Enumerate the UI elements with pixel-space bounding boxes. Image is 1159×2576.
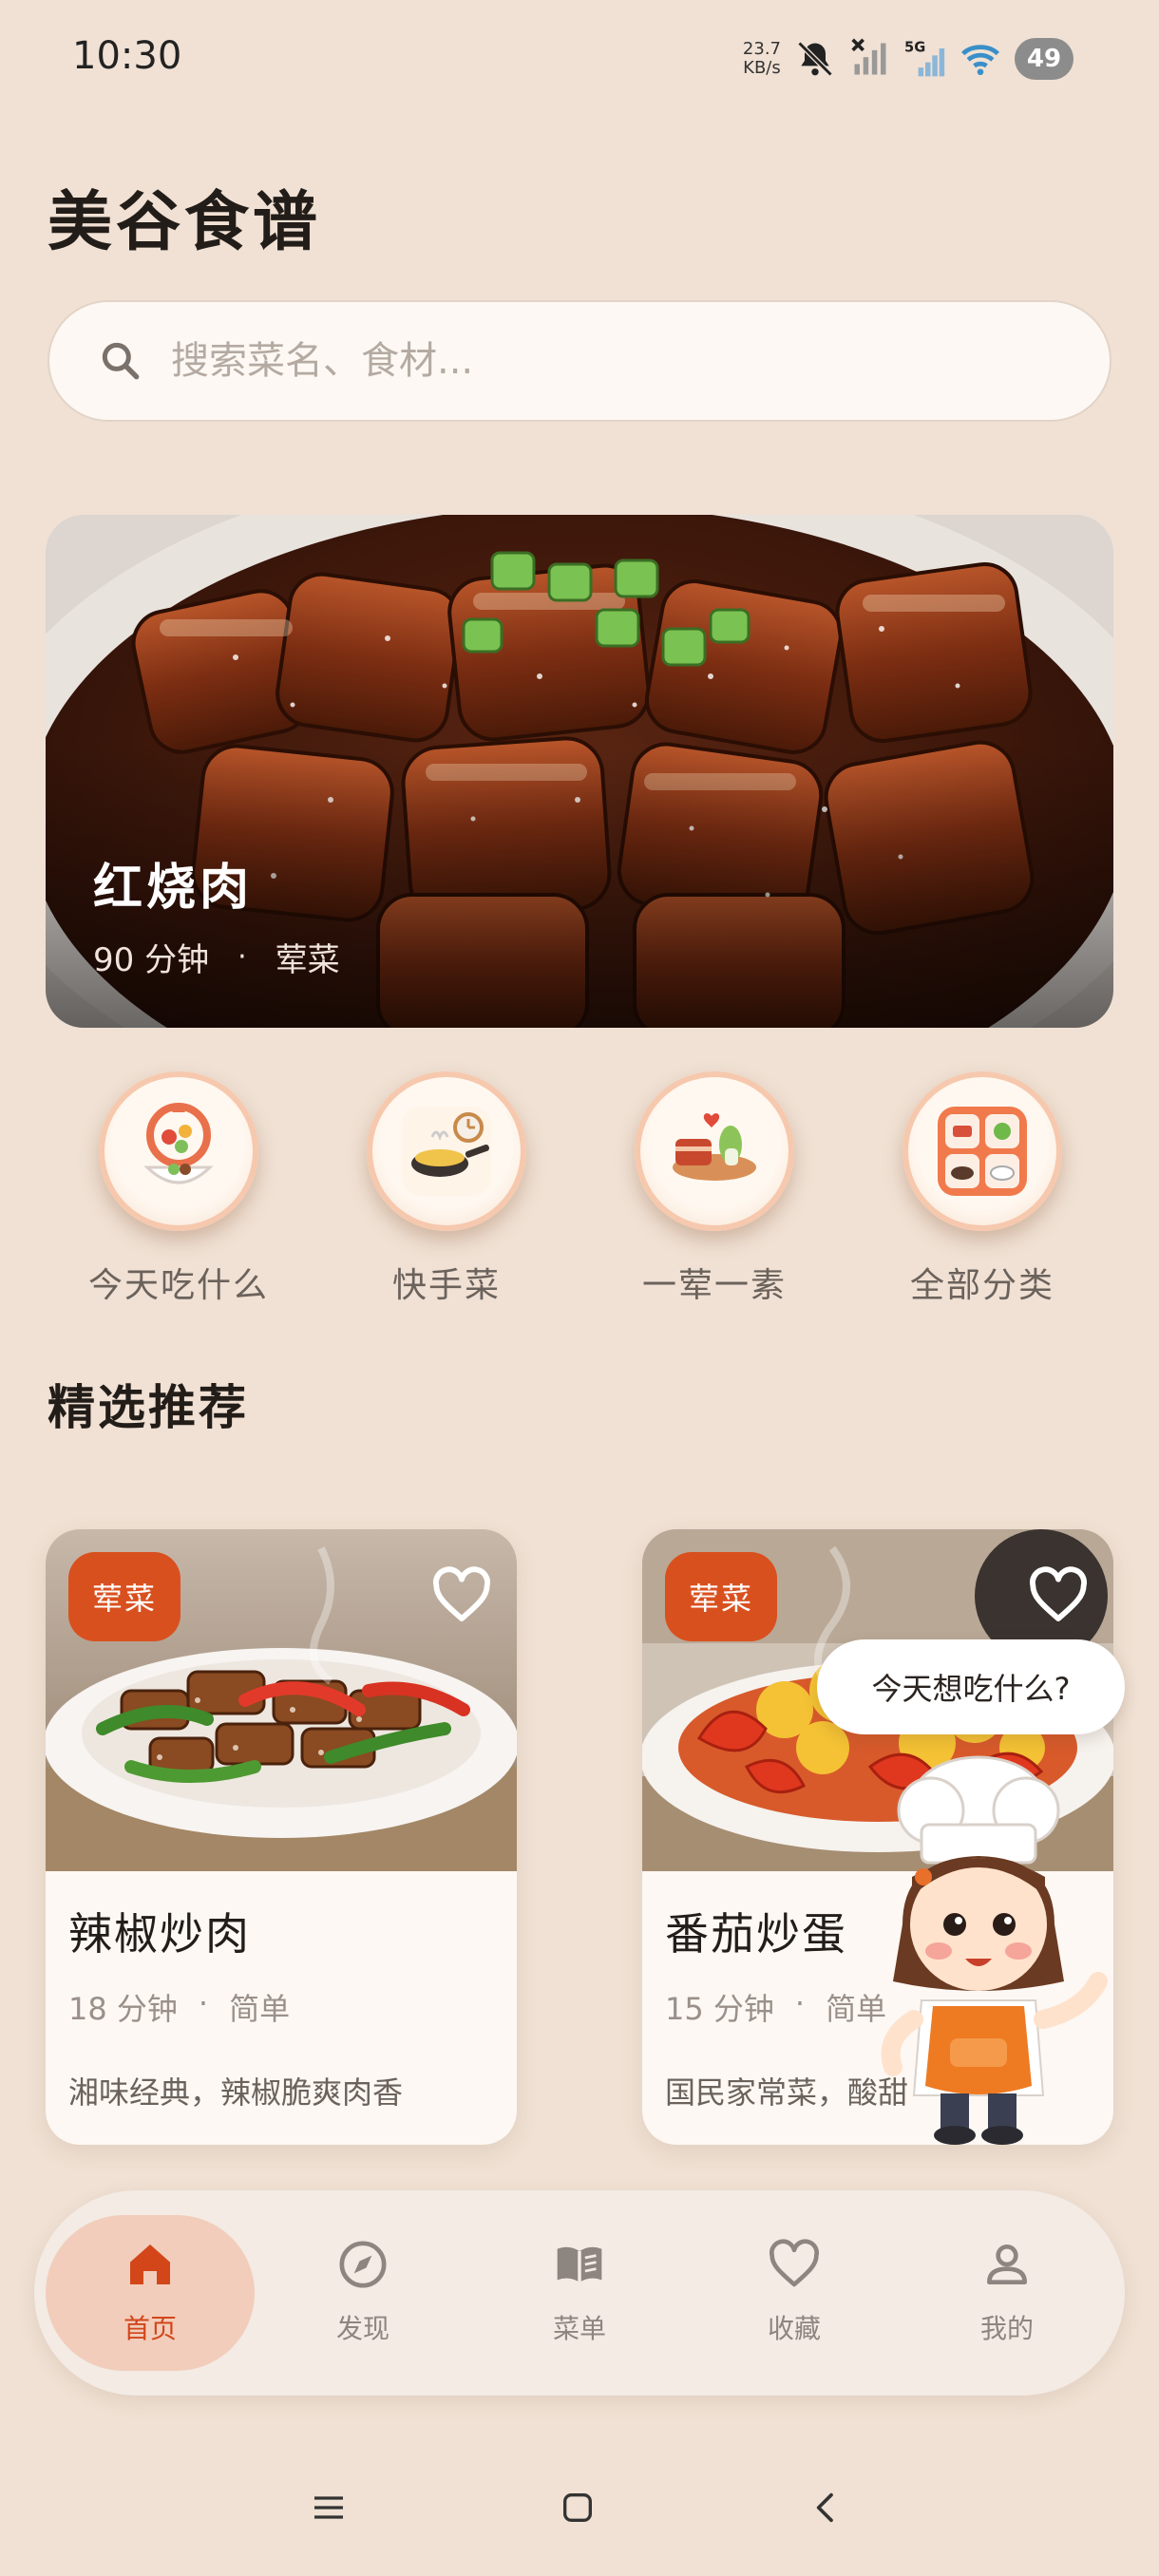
category-label: 快手菜 <box>391 1266 501 1305</box>
hero-info: 红烧肉 90 分钟 · 荤菜 <box>93 847 340 980</box>
svg-text:5G: 5G <box>904 40 925 56</box>
recipe-card[interactable]: 荤菜 辣椒炒肉 18 分钟 · 简单 湘味经典，辣椒脆爽肉香 <box>46 1529 517 2145</box>
recipe-meta: 15 分钟 · 简单 <box>665 1985 886 2029</box>
nav-favorites[interactable]: 收藏 <box>690 2215 899 2371</box>
nav-label: 收藏 <box>767 2313 821 2344</box>
net-speed-unit: KB/s <box>743 58 781 78</box>
status-bar: 10:30 23.7 KB/s 5G 49 <box>0 0 1159 114</box>
category-label: 今天吃什么 <box>87 1266 269 1305</box>
random-dish-icon <box>99 1071 258 1231</box>
nav-label: 我的 <box>979 2313 1034 2344</box>
meta-separator: · <box>794 1985 806 2021</box>
home-icon <box>130 2245 170 2284</box>
search-icon <box>102 342 140 380</box>
hero-meta: 90 分钟 · 荤菜 <box>93 934 340 980</box>
recipe-description: 国民家常菜，酸甜 <box>665 2074 909 2111</box>
chef-mascot-icon[interactable] <box>874 1734 1121 2152</box>
category-all[interactable]: 全部分类 <box>868 1071 1096 1307</box>
search-input[interactable] <box>171 339 1026 383</box>
compass-icon <box>339 2241 387 2288</box>
all-categories-icon <box>902 1071 1062 1231</box>
status-time: 10:30 <box>72 34 182 78</box>
recipe-description: 湘味经典，辣椒脆爽肉香 <box>68 2074 404 2111</box>
bottom-nav: 首页 发现 菜单 收藏 我的 <box>34 2190 1125 2396</box>
nav-label: 首页 <box>123 2313 177 2344</box>
heart-icon <box>769 2239 820 2287</box>
bell-off-icon <box>797 41 833 77</box>
mascot-bubble-text: 今天想吃什么? <box>871 1671 1071 1707</box>
hero-title: 红烧肉 <box>93 860 254 917</box>
user-icon <box>987 2245 1027 2284</box>
status-icons: 23.7 KB/s 5G 49 <box>743 32 1074 85</box>
nav-discover[interactable]: 发现 <box>258 2215 467 2371</box>
recipe-time: 15 分钟 <box>665 1991 774 2027</box>
nav-label: 发现 <box>335 2313 390 2344</box>
recipe-image: 荤菜 <box>46 1529 517 1871</box>
battery-level: 49 <box>1026 45 1062 73</box>
hero-category: 荤菜 <box>275 941 340 979</box>
meta-separator: · <box>198 1985 209 2021</box>
nav-label: 菜单 <box>552 2313 606 2344</box>
featured-section-title: 精选推荐 <box>48 1380 249 1435</box>
nav-home[interactable]: 首页 <box>46 2215 255 2371</box>
net-speed-value: 23.7 <box>742 39 781 59</box>
recipe-title: 辣椒炒肉 <box>68 1908 251 1960</box>
net-speed: 23.7 KB/s <box>743 40 781 78</box>
nav-profile[interactable]: 我的 <box>902 2215 1112 2371</box>
system-nav-bar <box>0 2470 1159 2546</box>
hero-time: 90 分钟 <box>93 941 210 979</box>
recipe-title: 番茄炒蛋 <box>665 1908 847 1960</box>
meat-veg-icon <box>635 1071 794 1231</box>
favorite-heart-icon[interactable] <box>1028 1565 1089 1626</box>
recipe-meta: 18 分钟 · 简单 <box>68 1985 290 2029</box>
battery-icon: 49 <box>1015 38 1074 80</box>
menu-icon[interactable] <box>310 2489 348 2527</box>
category-label: 全部分类 <box>909 1266 1054 1305</box>
home-square-icon[interactable] <box>559 2489 597 2527</box>
back-icon[interactable] <box>808 2489 846 2527</box>
search-bar[interactable] <box>48 300 1112 422</box>
favorite-heart-icon[interactable] <box>431 1565 492 1626</box>
category-row: 今天吃什么 快手菜 一荤一素 全部分类 <box>0 1071 1159 1318</box>
category-quick[interactable]: 快手菜 <box>332 1071 560 1307</box>
nav-menu[interactable]: 菜单 <box>475 2215 684 2371</box>
hero-separator: · <box>238 940 247 974</box>
recipe-difficulty: 简单 <box>229 1991 291 2027</box>
category-label: 一荤一素 <box>641 1266 787 1305</box>
category-tag: 荤菜 <box>68 1552 180 1641</box>
wifi-icon <box>960 45 1000 76</box>
recipe-time: 18 分钟 <box>68 1991 178 2027</box>
signal-5g-icon: 5G <box>904 40 945 77</box>
category-today[interactable]: 今天吃什么 <box>65 1071 293 1307</box>
category-meat-veg[interactable]: 一荤一素 <box>600 1071 828 1307</box>
mascot-speech-bubble[interactable]: 今天想吃什么? <box>817 1639 1125 1734</box>
signal-off-icon <box>851 38 886 75</box>
quick-cook-icon <box>367 1071 526 1231</box>
category-tag: 荤菜 <box>665 1552 777 1641</box>
book-icon <box>557 2246 602 2282</box>
page-title: 美谷食谱 <box>48 185 322 260</box>
hero-recipe-card[interactable]: 红烧肉 90 分钟 · 荤菜 <box>46 515 1113 1028</box>
